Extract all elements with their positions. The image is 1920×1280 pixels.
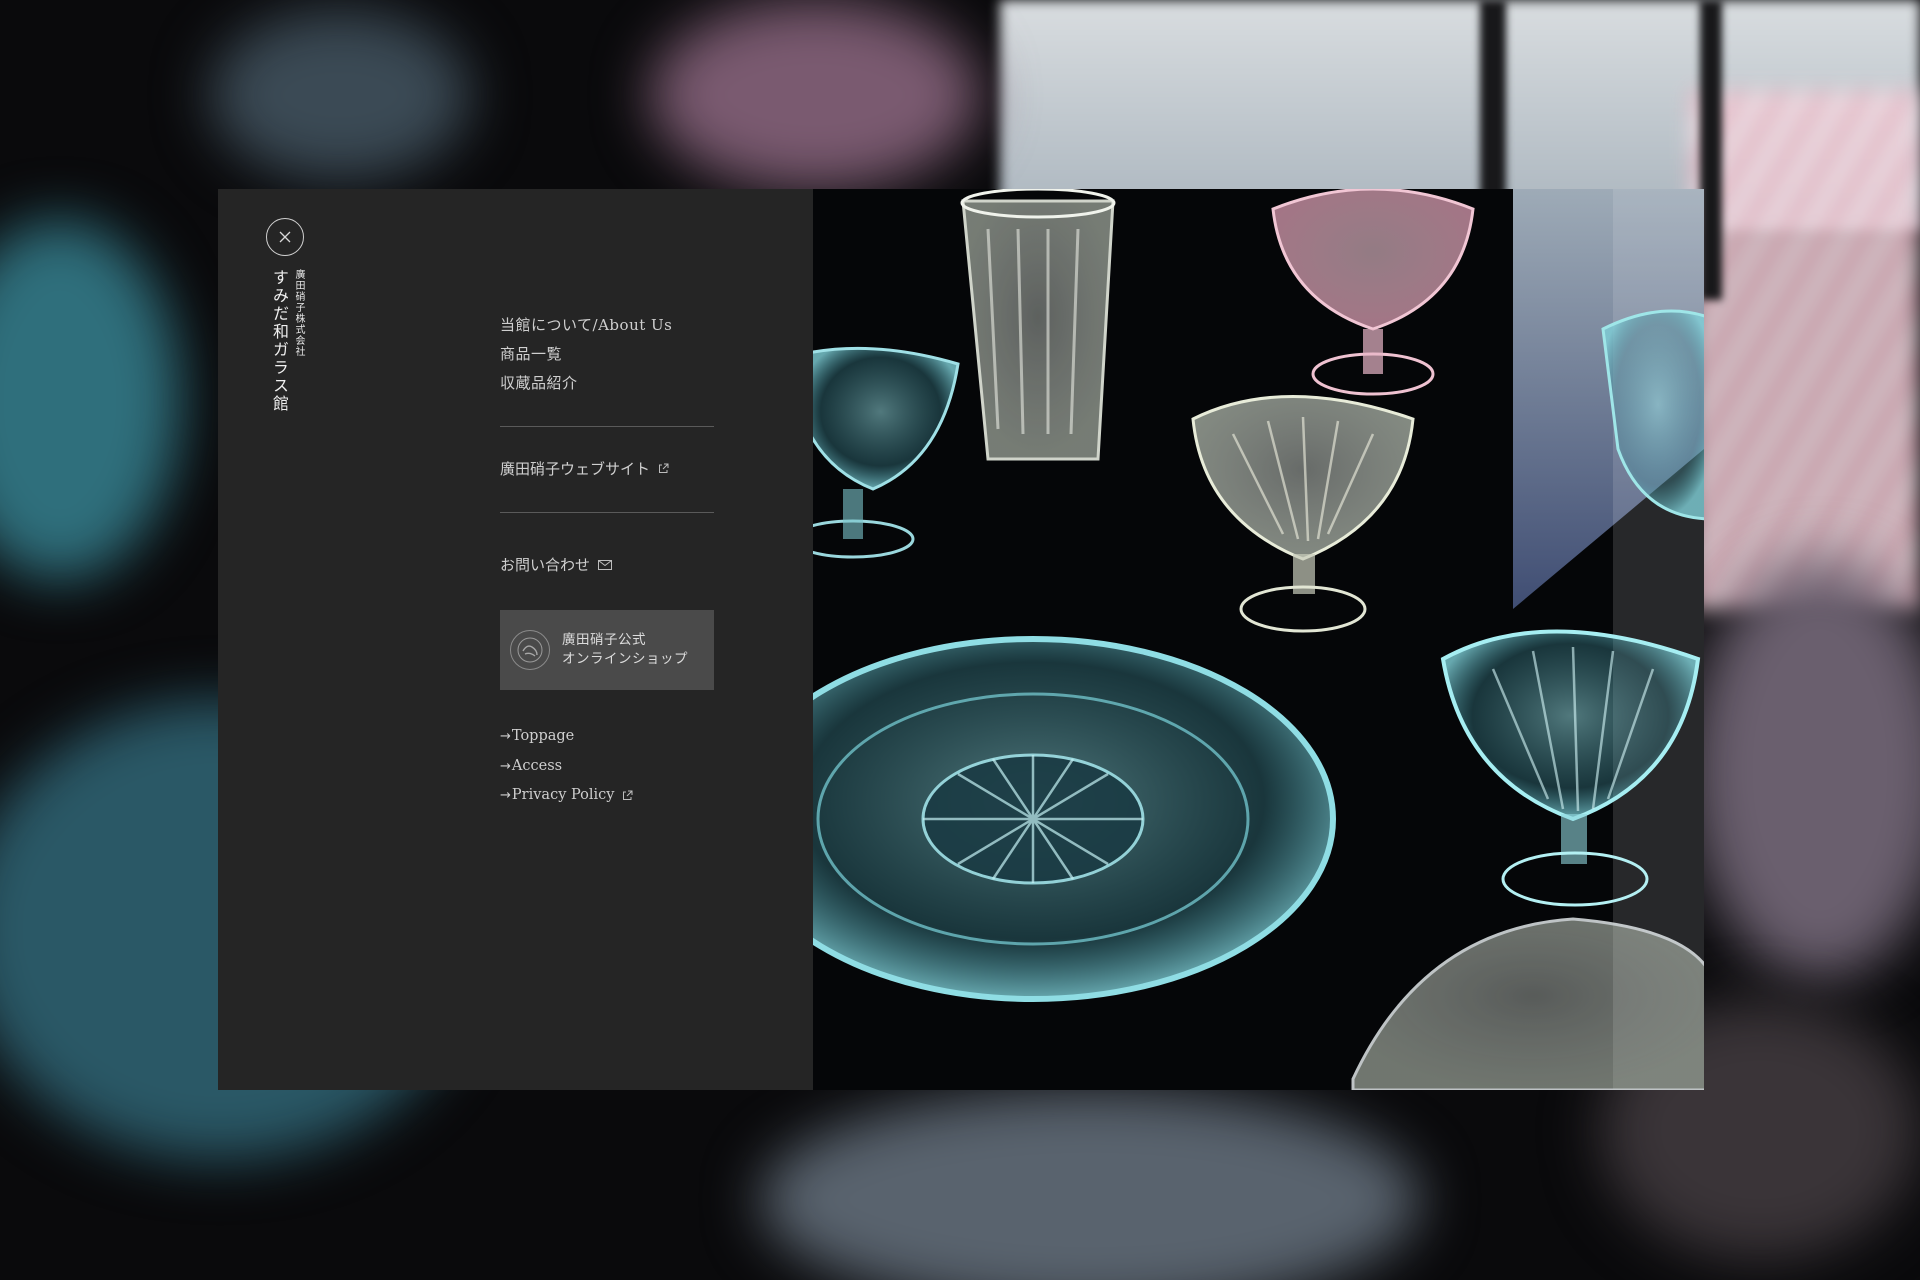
footer-link-label: Privacy Policy (511, 787, 615, 803)
nav-item-about[interactable]: 当館について/About Us (500, 311, 714, 340)
online-shop-label-line2: オンラインショップ (562, 651, 688, 667)
footer-link-access[interactable]: → Access (500, 752, 714, 782)
contact-link[interactable]: お問い合わせ (500, 554, 714, 575)
background-glass (1690, 560, 1920, 980)
glassware-illustration (813, 189, 1704, 1090)
website-link-label: 廣田硝子ウェブサイト (500, 460, 651, 478)
background-stripes (1690, 90, 1920, 610)
featured-photo (813, 189, 1704, 1090)
mail-icon (598, 559, 613, 570)
arrow-right-icon: → (500, 729, 511, 744)
arrow-right-icon: → (500, 788, 511, 803)
nav-item-products[interactable]: 商品一覧 (500, 340, 714, 369)
background-glass (0, 220, 180, 580)
external-link-icon (658, 463, 669, 474)
footer-links: → Toppage → Access → Privacy Policy (500, 722, 714, 811)
menu-modal: 廣田硝子株式会社 すみだ和ガラス館 当館について/About Us 商品一覧 収… (218, 189, 1704, 1090)
footer-link-privacy-policy[interactable]: → Privacy Policy (500, 781, 714, 811)
arrow-right-icon: → (500, 758, 511, 774)
logo-site-name: すみだ和ガラス館 (270, 269, 289, 413)
footer-link-label: Access (511, 757, 563, 774)
shop-logo-icon (510, 630, 550, 670)
background-glass (650, 0, 980, 190)
nav-item-collection[interactable]: 収蔵品紹介 (500, 369, 714, 398)
background-glass (210, 10, 470, 180)
logo-company-name: 廣田硝子株式会社 (293, 269, 304, 357)
main-nav: 当館について/About Us 商品一覧 収蔵品紹介 廣田硝子ウェブサイト お問… (500, 311, 714, 811)
divider (500, 426, 714, 427)
website-link[interactable]: 廣田硝子ウェブサイト (500, 458, 714, 479)
menu-panel: 廣田硝子株式会社 すみだ和ガラス館 当館について/About Us 商品一覧 収… (218, 189, 813, 1090)
close-button[interactable] (266, 218, 304, 256)
site-logo[interactable]: 廣田硝子株式会社 すみだ和ガラス館 (270, 269, 304, 413)
external-link-icon (622, 790, 633, 801)
close-icon (279, 231, 291, 243)
online-shop-label-line1: 廣田硝子公式 (562, 632, 646, 648)
online-shop-button[interactable]: 廣田硝子公式 オンラインショップ (500, 610, 714, 690)
footer-link-label: Toppage (511, 728, 575, 744)
contact-link-label: お問い合わせ (500, 556, 591, 574)
footer-link-toppage[interactable]: → Toppage (500, 722, 714, 752)
divider (500, 512, 714, 513)
background-glass (760, 1090, 1420, 1280)
online-shop-label: 廣田硝子公式 オンラインショップ (562, 631, 688, 669)
